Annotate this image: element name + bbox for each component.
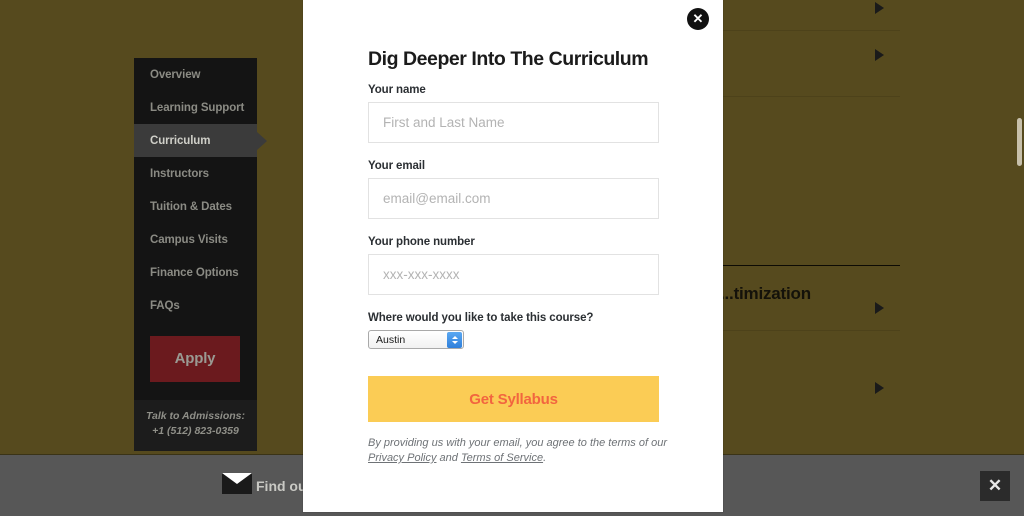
modal-title: Dig Deeper Into The Curriculum <box>368 48 649 70</box>
accordion-toggle-icon-1[interactable] <box>875 2 884 14</box>
apply-button[interactable]: Apply <box>150 336 240 382</box>
sidebar-item-label: Finance Options <box>150 266 239 279</box>
page-scrollbar[interactable] <box>1015 0 1024 516</box>
location-select-value: Austin <box>376 334 406 346</box>
course-sidebar-nav: Overview Learning Support Curriculum Ins… <box>134 58 257 451</box>
sidebar-item-instructors[interactable]: Instructors <box>134 157 257 190</box>
envelope-icon <box>222 472 252 499</box>
sidebar-item-learning-support[interactable]: Learning Support <box>134 91 257 124</box>
chevron-updown-icon[interactable] <box>447 332 462 348</box>
sidebar-item-finance-options[interactable]: Finance Options <box>134 256 257 289</box>
accordion-toggle-icon-3[interactable] <box>875 302 884 314</box>
sidebar-item-label: Campus Visits <box>150 233 228 246</box>
apply-button-wrap: Apply <box>134 322 257 400</box>
sidebar-item-label: FAQs <box>150 299 180 312</box>
accordion-toggle-icon-2[interactable] <box>875 49 884 61</box>
screen: ...timization Overview Learning Support … <box>0 0 1024 516</box>
name-field-label: Your name <box>368 84 426 96</box>
email-field-label: Your email <box>368 160 425 172</box>
sidebar-item-label: Learning Support <box>150 101 245 114</box>
sidebar-item-faqs[interactable]: FAQs <box>134 289 257 322</box>
email-input[interactable] <box>368 178 659 219</box>
accordion-section-title: ...timization <box>720 284 811 303</box>
sidebar-item-tuition-dates[interactable]: Tuition & Dates <box>134 190 257 223</box>
sidebar-item-campus-visits[interactable]: Campus Visits <box>134 223 257 256</box>
fine-print: By providing us with your email, you agr… <box>368 436 668 466</box>
sidebar-item-curriculum[interactable]: Curriculum <box>134 124 257 157</box>
sidebar-item-overview[interactable]: Overview <box>134 58 257 91</box>
syllabus-modal: ✕ Dig Deeper Into The Curriculum Your na… <box>303 0 723 512</box>
modal-body: Dig Deeper Into The Curriculum Your name… <box>303 0 723 466</box>
location-field-label: Where would you like to take this course… <box>368 312 594 324</box>
fine-print-period: . <box>543 452 547 464</box>
location-select[interactable]: Austin <box>368 330 464 349</box>
admissions-contact: Talk to Admissions: +1 (512) 823-0359 <box>134 400 257 451</box>
accordion-toggle-icon-4[interactable] <box>875 382 884 394</box>
admissions-phone[interactable]: +1 (512) 823-0359 <box>134 424 257 439</box>
phone-input[interactable] <box>368 254 659 295</box>
privacy-policy-link[interactable]: Privacy Policy <box>368 452 436 464</box>
scrollbar-thumb[interactable] <box>1017 118 1022 166</box>
admissions-heading: Talk to Admissions: <box>146 410 245 422</box>
sidebar-item-label: Tuition & Dates <box>150 200 232 213</box>
name-input[interactable] <box>368 102 659 143</box>
fine-print-lead: By providing us with your email, you agr… <box>368 437 667 449</box>
sidebar-list: Overview Learning Support Curriculum Ins… <box>134 58 257 322</box>
sidebar-item-label: Instructors <box>150 167 209 180</box>
terms-of-service-link[interactable]: Terms of Service <box>461 452 543 464</box>
sidebar-item-label: Curriculum <box>150 134 211 147</box>
bottom-bar-close-button[interactable]: ✕ <box>980 470 1010 501</box>
phone-field-label: Your phone number <box>368 236 475 248</box>
get-syllabus-button[interactable]: Get Syllabus <box>368 376 659 422</box>
fine-print-conjunction: and <box>436 452 461 464</box>
modal-close-icon[interactable]: ✕ <box>687 8 709 30</box>
sidebar-item-label: Overview <box>150 68 201 81</box>
